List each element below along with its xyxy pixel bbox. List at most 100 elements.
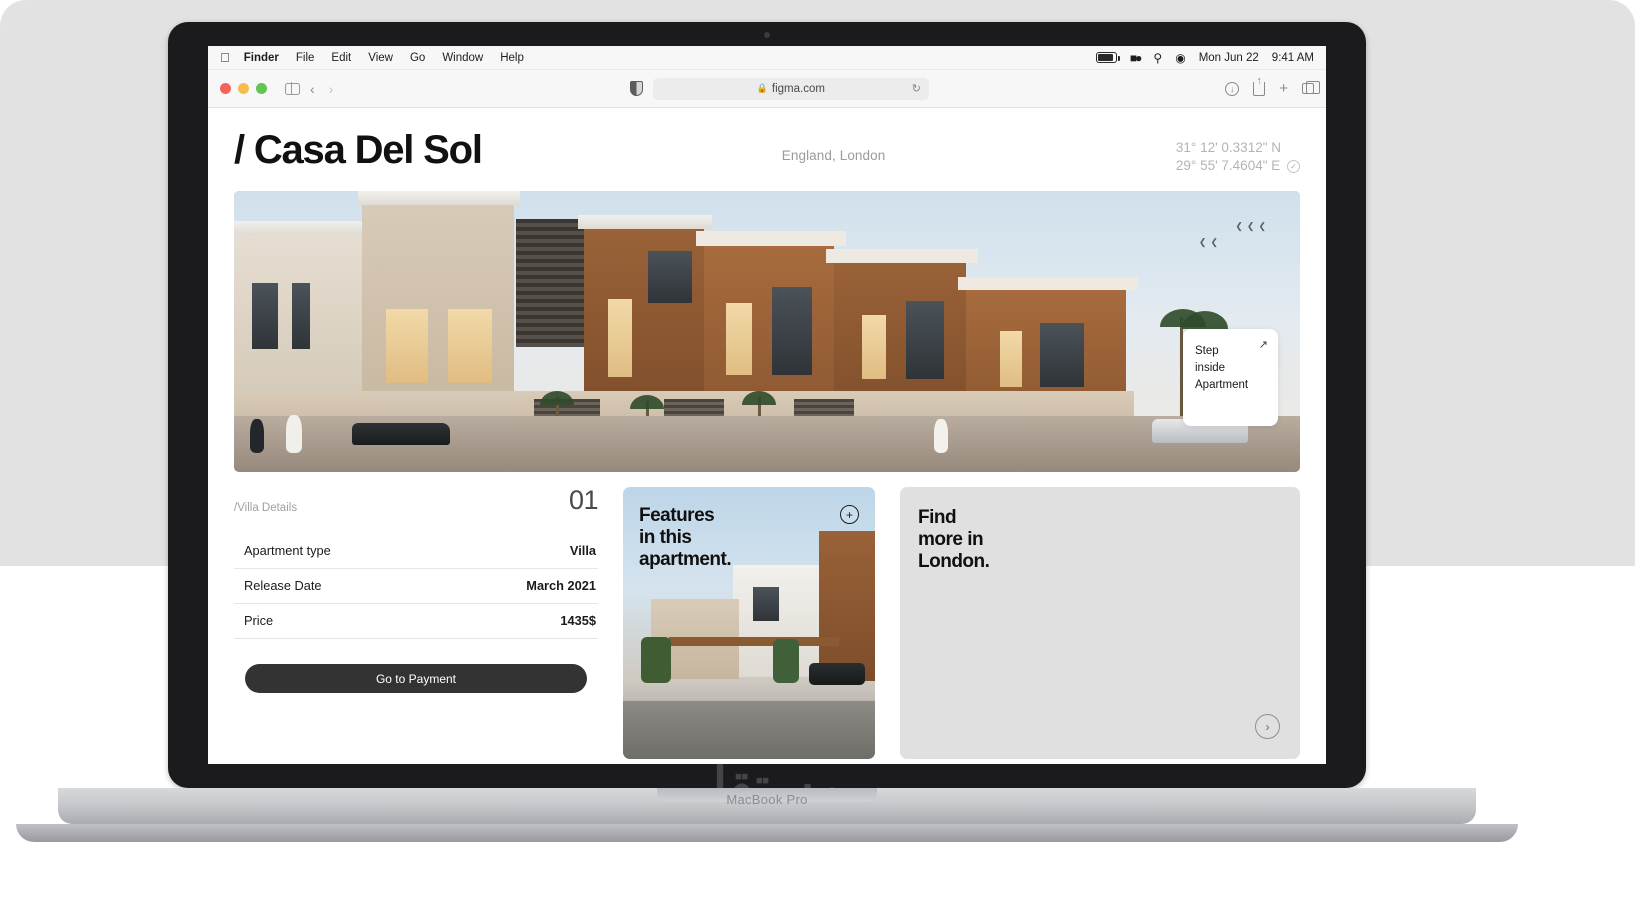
add-feature-icon[interactable]: +: [840, 505, 859, 525]
battery-icon[interactable]: [1095, 52, 1120, 63]
villa-details-panel: /Villa Details 01 Apartment type Villa R…: [234, 485, 599, 759]
menubar-date[interactable]: Mon Jun 22: [1199, 52, 1259, 64]
features-line3: apartment.: [639, 549, 732, 571]
row-label: Apartment type: [244, 543, 331, 559]
person: [286, 415, 302, 454]
window: [292, 283, 310, 350]
building-roof: [958, 277, 1138, 291]
lit-window: [448, 309, 492, 384]
shrub: [641, 637, 671, 684]
lit-window: [386, 309, 428, 384]
lit-window: [608, 299, 632, 378]
table-row: Release Date March 2021: [234, 569, 598, 605]
tab-overview-icon[interactable]: [1302, 80, 1320, 94]
lit-window: [726, 303, 752, 376]
features-card[interactable]: Features in this apartment. +: [623, 487, 875, 760]
laptop-screen:  Finder File Edit View Go Window Help ■…: [208, 46, 1326, 764]
lit-window: [1000, 331, 1022, 388]
reload-icon[interactable]: ↻: [912, 82, 921, 95]
share-icon[interactable]: [1253, 81, 1266, 96]
car: [352, 423, 450, 446]
menu-item-help[interactable]: Help: [500, 52, 524, 64]
villa-details-number: 01: [568, 485, 599, 516]
person: [934, 419, 948, 454]
minimize-window-button[interactable]: [238, 83, 249, 94]
find-line2: more in: [918, 529, 984, 551]
forward-icon[interactable]: ›: [329, 81, 334, 97]
row-value: 1435$: [560, 613, 596, 629]
coordinates-block: 31° 12' 0.3312" N 29° 55' 7.4604" E ✓: [1176, 139, 1300, 175]
building-roof: [696, 231, 846, 247]
window: [1040, 323, 1084, 388]
back-icon[interactable]: ‹: [310, 81, 315, 97]
toolbar-right-actions: ↓ +: [1225, 80, 1320, 97]
menu-item-view[interactable]: View: [368, 52, 393, 64]
window: [753, 587, 779, 622]
go-to-payment-button[interactable]: Go to Payment: [245, 664, 587, 694]
laptop-foot: [16, 824, 1518, 842]
screenshot-stage:  Finder File Edit View Go Window Help ■…: [0, 0, 1635, 902]
address-bar[interactable]: 🔒 figma.com ↻: [652, 77, 929, 100]
row-label: Price: [244, 613, 274, 629]
find-line3: London.: [918, 551, 990, 573]
location-label: England, London: [781, 148, 886, 163]
page-title: / Casa Del Sol: [234, 128, 483, 172]
features-line1: Features: [639, 505, 715, 527]
wood-facade: [819, 531, 875, 682]
slat-wall: [516, 219, 584, 348]
hero-image: ❮❮❮ ❮❮ ↗ Step inside Apartment: [234, 191, 1300, 473]
close-window-button[interactable]: [220, 83, 231, 94]
person: [250, 419, 264, 454]
step-card-line1: Step: [1195, 345, 1219, 358]
macos-menubar:  Finder File Edit View Go Window Help ■…: [208, 46, 1326, 70]
birds-decoration: ❮❮❮: [1235, 221, 1270, 232]
step-card-line2: inside: [1195, 362, 1226, 375]
menu-item-go[interactable]: Go: [410, 52, 425, 64]
zoom-window-button[interactable]: [256, 83, 267, 94]
row-label: Release Date: [244, 578, 322, 594]
features-card-title: Features in this apartment.: [639, 505, 732, 571]
find-more-arrow-button[interactable]: ›: [1255, 714, 1280, 740]
navigation-arrows: ‹ ›: [310, 81, 333, 97]
sidebar-toggle-icon[interactable]: [285, 82, 300, 95]
villa-details-header: /Villa Details 01: [234, 485, 599, 516]
menu-item-edit[interactable]: Edit: [331, 52, 351, 64]
page-header: / Casa Del Sol England, London 31° 12' 0…: [234, 130, 1300, 175]
lit-window: [862, 315, 886, 380]
wifi-icon[interactable]: ◉: [1175, 51, 1185, 65]
new-tab-icon[interactable]: +: [1279, 80, 1288, 97]
menu-item-window[interactable]: Window: [442, 52, 483, 64]
privacy-shield-icon[interactable]: [629, 81, 643, 96]
building-roof: [826, 249, 978, 264]
laptop-lid:  Finder File Edit View Go Window Help ■…: [168, 22, 1366, 788]
expand-icon[interactable]: ↗: [1259, 338, 1268, 354]
menu-item-file[interactable]: File: [296, 52, 315, 64]
car: [809, 663, 865, 686]
building-roof: [358, 191, 520, 206]
control-center-icon[interactable]: ■●: [1130, 51, 1142, 65]
lock-icon: 🔒: [756, 83, 768, 93]
coordinate-latitude: 31° 12' 0.3312" N: [1175, 140, 1281, 155]
window: [906, 301, 944, 380]
villa-details-label: /Villa Details: [234, 502, 298, 515]
verified-check-icon: ✓: [1287, 160, 1300, 174]
row-value: Villa: [569, 543, 596, 559]
table-row: Apartment type Villa: [234, 539, 598, 570]
webcam-icon: [764, 32, 770, 38]
download-icon[interactable]: ↓: [1225, 81, 1240, 96]
coordinate-longitude: 29° 55' 7.4604" E: [1175, 158, 1281, 174]
window: [772, 287, 812, 376]
find-more-card[interactable]: Find more in London. ›: [900, 487, 1300, 760]
search-icon[interactable]: ⚲: [1153, 51, 1162, 65]
window-traffic-lights: [220, 83, 267, 94]
birds-decoration: ❮❮: [1198, 237, 1222, 248]
device-model-label: MacBook Pro: [726, 792, 808, 807]
building-roof: [234, 221, 366, 236]
apple-icon[interactable]: : [220, 51, 230, 64]
menubar-time[interactable]: 9:41 AM: [1272, 52, 1314, 64]
find-line1: Find: [918, 507, 957, 529]
step-inside-card[interactable]: ↗ Step inside Apartment: [1183, 329, 1278, 427]
lower-section: /Villa Details 01 Apartment type Villa R…: [234, 485, 1300, 760]
canopy: [669, 637, 839, 647]
menu-item-finder[interactable]: Finder: [244, 52, 279, 64]
